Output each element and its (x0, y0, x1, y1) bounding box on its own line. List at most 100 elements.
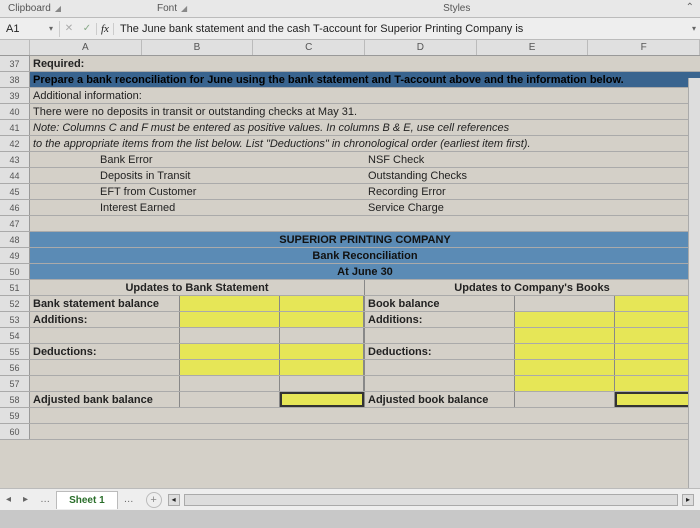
row-header[interactable]: 43 (0, 152, 30, 167)
cancel-formula-icon[interactable]: ✕ (60, 23, 78, 34)
col-header[interactable]: F (588, 40, 700, 55)
cell[interactable]: Bank Error (30, 152, 365, 167)
cell[interactable] (280, 328, 364, 343)
row-header[interactable]: 46 (0, 200, 30, 215)
cell[interactable]: Adjusted bank balance (30, 392, 180, 407)
tab-nav-more-icon[interactable]: … (118, 494, 140, 505)
cell[interactable] (615, 296, 699, 311)
cell[interactable] (615, 328, 699, 343)
cell[interactable]: Note: Columns C and F must be entered as… (30, 120, 700, 135)
cell[interactable]: Adjusted book balance (365, 392, 515, 407)
cell[interactable] (515, 392, 615, 407)
dialog-launcher-icon[interactable]: ◢ (181, 4, 187, 13)
cell[interactable]: Deductions: (365, 344, 515, 359)
col-header[interactable]: C (253, 40, 365, 55)
row-header[interactable]: 59 (0, 408, 30, 423)
row-header[interactable]: 38 (0, 72, 30, 87)
cell[interactable] (365, 376, 515, 391)
ribbon-group-clipboard[interactable]: Clipboard◢ (0, 3, 69, 14)
cell[interactable] (280, 312, 364, 327)
cell[interactable]: Book balance (365, 296, 515, 311)
cell[interactable] (365, 360, 515, 375)
cell[interactable] (615, 376, 699, 391)
row-header[interactable]: 60 (0, 424, 30, 439)
row-header[interactable]: 57 (0, 376, 30, 391)
cell[interactable] (515, 296, 615, 311)
cell[interactable] (180, 360, 280, 375)
cell[interactable] (280, 360, 364, 375)
col-header[interactable]: B (142, 40, 254, 55)
cell[interactable]: NSF Check (365, 152, 700, 167)
cell[interactable] (30, 408, 700, 423)
cell[interactable]: Outstanding Checks (365, 168, 700, 183)
cell[interactable] (515, 312, 615, 327)
vertical-scrollbar[interactable] (688, 78, 700, 488)
collapse-ribbon-icon[interactable]: ⌃ (686, 2, 694, 13)
cell[interactable] (180, 328, 280, 343)
row-header[interactable]: 45 (0, 184, 30, 199)
cell[interactable] (515, 360, 615, 375)
row-header[interactable]: 47 (0, 216, 30, 231)
row-header[interactable]: 48 (0, 232, 30, 247)
cell[interactable] (280, 392, 364, 407)
row-header[interactable]: 55 (0, 344, 30, 359)
cell[interactable] (515, 328, 615, 343)
row-header[interactable]: 53 (0, 312, 30, 327)
col-header[interactable]: E (477, 40, 589, 55)
cell[interactable]: to the appropriate items from the list b… (30, 136, 700, 151)
cell[interactable] (615, 344, 699, 359)
cell[interactable] (515, 376, 615, 391)
row-header[interactable]: 40 (0, 104, 30, 119)
cell[interactable] (615, 392, 699, 407)
cell[interactable]: Service Charge (365, 200, 700, 215)
cell[interactable]: Updates to Bank Statement (30, 280, 365, 295)
cell[interactable] (30, 360, 180, 375)
horizontal-scrollbar[interactable]: ◂ ▸ (162, 494, 700, 506)
row-header[interactable]: 41 (0, 120, 30, 135)
cell[interactable] (280, 376, 364, 391)
row-header[interactable]: 37 (0, 56, 30, 71)
cell[interactable]: Bank statement balance (30, 296, 180, 311)
cell[interactable] (180, 344, 280, 359)
chevron-down-icon[interactable]: ▾ (49, 24, 53, 33)
formula-input[interactable]: The June bank statement and the cash T-a… (114, 21, 688, 37)
cell[interactable] (30, 424, 700, 439)
cell[interactable] (180, 312, 280, 327)
tab-nav-next-icon[interactable]: ▸ (17, 494, 34, 505)
row-header[interactable]: 51 (0, 280, 30, 295)
tab-nav-prev-icon[interactable]: ◂ (0, 494, 17, 505)
col-header[interactable]: D (365, 40, 477, 55)
row-header[interactable]: 44 (0, 168, 30, 183)
name-box[interactable]: A1▾ (0, 21, 60, 37)
ribbon-group-styles[interactable]: Styles (435, 3, 478, 14)
row-header[interactable]: 50 (0, 264, 30, 279)
sheet-tab[interactable]: Sheet 1 (56, 491, 118, 509)
cell[interactable]: Prepare a bank reconciliation for June u… (30, 72, 700, 87)
accept-formula-icon[interactable]: ✓ (78, 23, 96, 34)
row-header[interactable]: 39 (0, 88, 30, 103)
ribbon-group-font[interactable]: Font◢ (149, 3, 195, 14)
cell[interactable]: Recording Error (365, 184, 700, 199)
cell[interactable] (515, 344, 615, 359)
scroll-left-icon[interactable]: ◂ (168, 494, 180, 506)
cell[interactable] (180, 296, 280, 311)
row-header[interactable]: 58 (0, 392, 30, 407)
tab-nav-more-icon[interactable]: … (34, 494, 56, 505)
cell[interactable] (30, 376, 180, 391)
row-header[interactable]: 42 (0, 136, 30, 151)
cell[interactable]: SUPERIOR PRINTING COMPANY (30, 232, 700, 247)
cell[interactable] (280, 344, 364, 359)
row-header[interactable]: 54 (0, 328, 30, 343)
cell[interactable]: Additions: (365, 312, 515, 327)
row-header[interactable]: 56 (0, 360, 30, 375)
cell[interactable] (615, 312, 699, 327)
scroll-right-icon[interactable]: ▸ (682, 494, 694, 506)
cell[interactable] (280, 296, 364, 311)
cell[interactable] (30, 216, 700, 231)
cell[interactable]: Bank Reconciliation (30, 248, 700, 263)
spreadsheet-grid[interactable]: A B C D E F 37Required: 38Prepare a bank… (0, 40, 700, 510)
cell[interactable]: Required: (30, 56, 700, 71)
cell[interactable] (30, 328, 180, 343)
col-header[interactable]: A (30, 40, 142, 55)
cell[interactable]: Updates to Company's Books (365, 280, 700, 295)
